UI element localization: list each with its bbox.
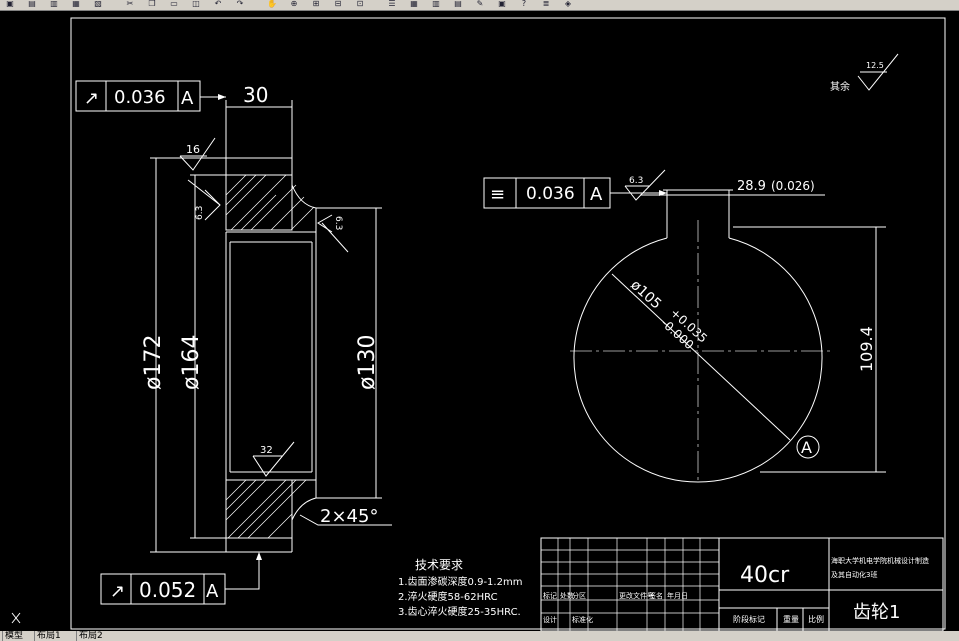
material: 40cr	[740, 563, 790, 588]
plot-icon[interactable]: ▧	[92, 0, 104, 8]
save-icon[interactable]: ▤	[26, 0, 38, 8]
dim-keyway-width: 28.9	[737, 179, 766, 194]
symmetry-datum: A	[590, 184, 603, 205]
runout-top-datum: A	[181, 88, 194, 109]
runout-top-symbol: ↗	[84, 88, 99, 109]
dim-keyway-depth: 109.4	[857, 326, 876, 372]
zoom-window-icon[interactable]: ⊞	[310, 0, 322, 8]
match-icon[interactable]: ◫	[190, 0, 202, 8]
svg-text:签名: 签名	[649, 591, 663, 600]
layout-tab-2[interactable]: 布局2	[76, 631, 105, 641]
left-view-dimensions: ø172 ø164 ø130 30 2×45° 16 6.3 6.3 32	[141, 83, 392, 553]
open-icon[interactable]: ▣	[4, 0, 16, 8]
roughness-other-value: 12.5	[866, 61, 884, 70]
layout-tab-1[interactable]: 布局1	[34, 631, 63, 641]
roughness-other-symbol: 12.5 其余	[830, 53, 899, 93]
cut-icon[interactable]: ✂	[124, 0, 136, 8]
title-block: 标记 处数 分区 更改文件号 签名 年月日 设计 标准化 阶段标记 重量 比例 …	[540, 537, 944, 632]
runout-bottom-datum: A	[206, 581, 219, 602]
markup-icon[interactable]: ✎	[474, 0, 486, 8]
tool-palette-icon[interactable]: ▥	[430, 0, 442, 8]
runout-top-value: 0.036	[114, 87, 166, 108]
tech-req-2: 2.淬火硬度58-62HRC	[398, 590, 498, 603]
layer-state-icon[interactable]: ◈	[562, 0, 574, 8]
dim-bore-diameter: ø130	[355, 335, 380, 390]
drawing-canvas[interactable]: 12.5 其余 ø172 ø164 ø130 30 2×45° 16 6.3 6…	[0, 10, 959, 632]
sheet-set-icon[interactable]: ▤	[452, 0, 464, 8]
dim-pitch-diameter: ø164	[179, 335, 204, 390]
drawing-border	[70, 17, 946, 630]
preview-icon[interactable]: ▦	[70, 0, 82, 8]
runout-frame-top: ↗ 0.036 A	[75, 80, 226, 112]
copy-icon[interactable]: ❐	[146, 0, 158, 8]
svg-text:重量: 重量	[783, 614, 799, 624]
tech-requirements: 技术要求 1.齿面渗碳深度0.9-1.2mm 2.淬火硬度58-62HRC 3.…	[398, 558, 522, 618]
help-icon[interactable]: ?	[518, 0, 530, 8]
svg-text:标准化: 标准化	[572, 615, 593, 624]
roughness-top: 16	[186, 143, 200, 156]
gear-end-view: A ø105 +0.035 -0.000 109.4 28.9 (0.026) …	[570, 169, 886, 483]
symmetry-value: 0.036	[526, 184, 575, 204]
svg-text:年月日: 年月日	[667, 591, 688, 600]
runout-frame-bottom: ↗ 0.052 A	[100, 552, 262, 605]
roughness-keyway: 6.3	[629, 176, 643, 186]
properties-icon[interactable]: ☰	[386, 0, 398, 8]
ucs-icon	[11, 612, 21, 624]
roughness-side-left: 6.3	[195, 206, 205, 220]
dim-keyway-tolerance: (0.026)	[771, 179, 815, 193]
svg-text:设计: 设计	[543, 615, 557, 624]
print-icon[interactable]: ▥	[48, 0, 60, 8]
school-line: 海职大学机电学院机械设计制造及其自动化3班	[831, 556, 929, 579]
part-name: 齿轮1	[853, 602, 900, 623]
roughness-side-right: 6.3	[333, 216, 343, 230]
layer-icon[interactable]: ≣	[540, 0, 552, 8]
layout-tabs: 模型 布局1 布局2	[0, 631, 959, 641]
layout-tab-0[interactable]: 模型	[2, 631, 25, 641]
paste-icon[interactable]: ▭	[168, 0, 180, 8]
roughness-other-label: 其余	[830, 80, 850, 93]
zoom-extents-icon[interactable]: ⊡	[354, 0, 366, 8]
dim-width: 30	[243, 83, 268, 107]
symmetry-symbol: ≡	[490, 184, 505, 205]
zoom-realtime-icon[interactable]: ⊕	[288, 0, 300, 8]
tech-requirements-title: 技术要求	[415, 558, 463, 572]
tech-req-1: 1.齿面渗碳深度0.9-1.2mm	[398, 575, 522, 588]
svg-text:比例: 比例	[808, 614, 824, 624]
tech-req-3: 3.齿心淬火硬度25-35HRC.	[398, 605, 521, 618]
calculator-icon[interactable]: ▣	[496, 0, 508, 8]
svg-text:标记: 标记	[543, 591, 557, 600]
svg-text:阶段标记: 阶段标记	[733, 614, 765, 624]
cad-drawing: 12.5 其余 ø172 ø164 ø130 30 2×45° 16 6.3 6…	[11, 17, 946, 632]
svg-text:ø105: ø105	[627, 277, 664, 313]
dim-outer-diameter: ø172	[141, 335, 166, 390]
datum-label: A	[801, 438, 812, 457]
bore-dimension: ø105 +0.035 -0.000	[627, 277, 710, 352]
dim-chamfer: 2×45°	[320, 506, 378, 527]
design-center-icon[interactable]: ▦	[408, 0, 420, 8]
runout-bottom-symbol: ↗	[110, 581, 125, 602]
runout-bottom-value: 0.052	[139, 578, 196, 602]
undo-icon[interactable]: ↶	[212, 0, 224, 8]
redo-icon[interactable]: ↷	[234, 0, 246, 8]
zoom-previous-icon[interactable]: ⊟	[332, 0, 344, 8]
roughness-bore: 32	[260, 445, 273, 456]
svg-text:分区: 分区	[572, 591, 586, 600]
gear-section-view	[225, 157, 317, 553]
pan-icon[interactable]: ✋	[266, 0, 278, 8]
